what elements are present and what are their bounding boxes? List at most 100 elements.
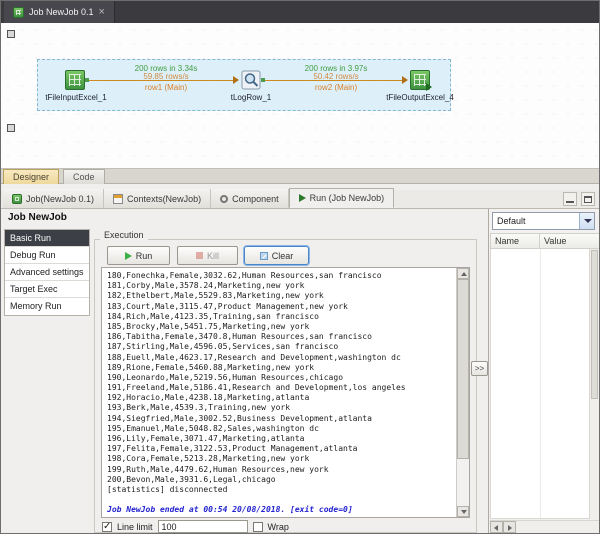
job-ended-message: Job NewJob ended at 00:54 20/08/2018. [e… (107, 505, 353, 515)
console-line: 190,Leonardo,Male,5219.56,Human Resource… (107, 372, 344, 382)
line-limit-input[interactable] (157, 520, 248, 533)
console-line: 183,Court,Male,3115.47,Product Managemen… (107, 301, 348, 311)
component-label[interactable]: tFileInputExcel_1 (31, 93, 121, 102)
console-line: 194,Siegfried,Male,3002.52,Business Deve… (107, 413, 372, 423)
console-line: 198,Cora,Female,5213.28,Marketing,new yo… (107, 454, 310, 464)
panel-window-buttons (563, 192, 595, 206)
scroll-up-icon[interactable] (457, 268, 469, 279)
magnifier-icon (241, 70, 261, 90)
tab-run[interactable]: Run (Job NewJob) (288, 188, 395, 208)
context-dropdown-value: Default (497, 216, 526, 226)
clear-button-label: Clear (271, 250, 294, 261)
tab-job[interactable]: Job(NewJob 0.1) (3, 189, 105, 208)
tab-contexts[interactable]: Contexts(NewJob) (104, 189, 212, 208)
console-line: 182,Ethelbert,Male,5529.83,Marketing,new… (107, 291, 324, 301)
connection-row1-label: row1 (Main) (144, 83, 188, 92)
tab-component[interactable]: Component (211, 189, 289, 208)
run-icon (298, 194, 306, 202)
tab-code[interactable]: Code (63, 169, 105, 184)
maximize-button[interactable] (581, 192, 595, 206)
editor-tab-job[interactable]: Job NewJob 0.1 × (4, 1, 115, 23)
line-limit-label: Line limit (117, 521, 153, 532)
editor-tab-bar: Job NewJob 0.1 × (1, 1, 599, 23)
context-table-header: Name Value (490, 233, 599, 249)
console-output[interactable]: 180,Fonechka,Female,3032.62,Human Resour… (101, 267, 470, 518)
component-label[interactable]: tLogRow_1 (206, 93, 296, 102)
column-header-value[interactable]: Value (540, 233, 599, 249)
page-title: Job NewJob (8, 212, 67, 223)
tab-label: Job(NewJob 0.1) (26, 193, 95, 204)
console-line: 184,Rich,Male,4123.35,Training,san franc… (107, 311, 319, 321)
editor-tab-label: Job NewJob 0.1 (29, 7, 94, 17)
minimize-button[interactable] (563, 192, 577, 206)
context-vertical-scrollbar[interactable] (589, 249, 599, 519)
console-line: 192,Horacio,Male,4238.18,Marketing,atlan… (107, 393, 310, 403)
design-canvas[interactable]: 200 rows in 3.34s 59.85 rows/s row1 (Mai… (1, 23, 599, 169)
sidebar-item-basic-run[interactable]: Basic Run (5, 230, 89, 247)
talend-window: Job NewJob 0.1 × 200 rows in 3.34s 59.85… (0, 0, 600, 534)
console-line: 199,Ruth,Male,4479.62,Human Resources,ne… (107, 464, 329, 474)
context-panel: Default Name Value (488, 209, 599, 533)
console-line: 197,Felita,Female,3122.53,Product Manage… (107, 444, 358, 454)
connection-row2-rate: 50.42 rows/s (313, 72, 359, 81)
connection-arrow-icon (402, 76, 408, 84)
job-icon (13, 6, 24, 18)
sidebar-item-debug-run[interactable]: Debug Run (5, 247, 89, 264)
connection-row1-rate: 59.85 rows/s (143, 72, 189, 81)
expand-panel-button[interactable]: >> (471, 361, 488, 376)
console-line: 185,Brocky,Male,5451.75,Marketing,new yo… (107, 321, 310, 331)
context-horizontal-scrollbar[interactable] (490, 520, 599, 533)
close-icon[interactable]: × (99, 7, 105, 18)
tab-label: Contexts(NewJob) (127, 193, 202, 204)
tfileoutputexcel-icon[interactable] (410, 70, 432, 91)
kill-button[interactable]: Kill (177, 246, 238, 265)
view-tab-bar: Designer Code (1, 169, 599, 184)
canvas-marker-icon (7, 30, 15, 38)
console-line: 188,Euell,Male,4623.17,Research and Deve… (107, 352, 401, 362)
contexts-icon (113, 193, 124, 204)
tlogrow-icon[interactable] (241, 70, 261, 90)
scroll-down-icon[interactable] (457, 506, 469, 517)
console-scrollbar[interactable] (456, 268, 469, 517)
tab-label: Run (Job NewJob) (309, 193, 385, 203)
connection-arrow-icon (233, 76, 239, 84)
console-line: 196,Lily,Female,3071.47,Marketing,atlant… (107, 434, 305, 443)
execution-label: Execution (100, 230, 148, 240)
console-line: 187,Stirling,Male,4596.05,Services,san f… (107, 342, 339, 352)
tab-label: Component (232, 193, 279, 204)
context-dropdown[interactable]: Default (492, 212, 595, 230)
context-table-body[interactable] (490, 249, 599, 519)
console-options-bar: Line limit Wrap (102, 519, 289, 533)
scroll-right-icon[interactable] (503, 521, 516, 533)
sidebar-item-advanced-settings[interactable]: Advanced settings (5, 264, 89, 281)
console-line: 191,Freeland,Male,5186.41,Research and D… (107, 383, 406, 393)
scroll-left-icon[interactable] (490, 521, 503, 533)
job-icon (12, 193, 22, 204)
output-arrow-icon (426, 83, 432, 91)
wrap-label: Wrap (267, 521, 289, 532)
column-header-name[interactable]: Name (490, 233, 540, 249)
scrollbar-thumb[interactable] (457, 279, 469, 459)
chevron-down-icon[interactable] (579, 213, 594, 229)
console-text: 180,Fonechka,Female,3032.62,Human Resour… (107, 271, 453, 516)
run-button[interactable]: Run (107, 246, 170, 265)
line-limit-checkbox[interactable] (102, 521, 112, 532)
connection-row2-label: row2 (Main) (314, 83, 358, 92)
clear-button[interactable]: Clear (244, 246, 309, 265)
canvas-marker-icon (7, 124, 15, 132)
connection-endpoint-icon (261, 78, 265, 82)
component-label[interactable]: tFileOutputExcel_4 (375, 93, 465, 102)
tab-designer[interactable]: Designer (3, 169, 60, 184)
clear-icon (259, 251, 268, 260)
run-button-label: Run (135, 250, 153, 261)
panel-tab-bar: Job(NewJob 0.1) Contexts(NewJob) Compone… (1, 188, 599, 209)
sidebar-item-target-exec[interactable]: Target Exec (5, 281, 89, 298)
console-line: 193,Berk,Male,4539.3,Training,new york (107, 403, 291, 413)
console-line: 189,Rione,Female,5460.88,Marketing,new y… (107, 362, 315, 372)
tfileinputexcel-icon[interactable] (65, 70, 85, 90)
console-line: 200,Bevon,Male,3931.6,Legal,chicago (107, 474, 276, 484)
sidebar-item-memory-run[interactable]: Memory Run (5, 298, 89, 315)
scrollbar-thumb[interactable] (591, 250, 598, 399)
wrap-checkbox[interactable] (252, 521, 263, 532)
